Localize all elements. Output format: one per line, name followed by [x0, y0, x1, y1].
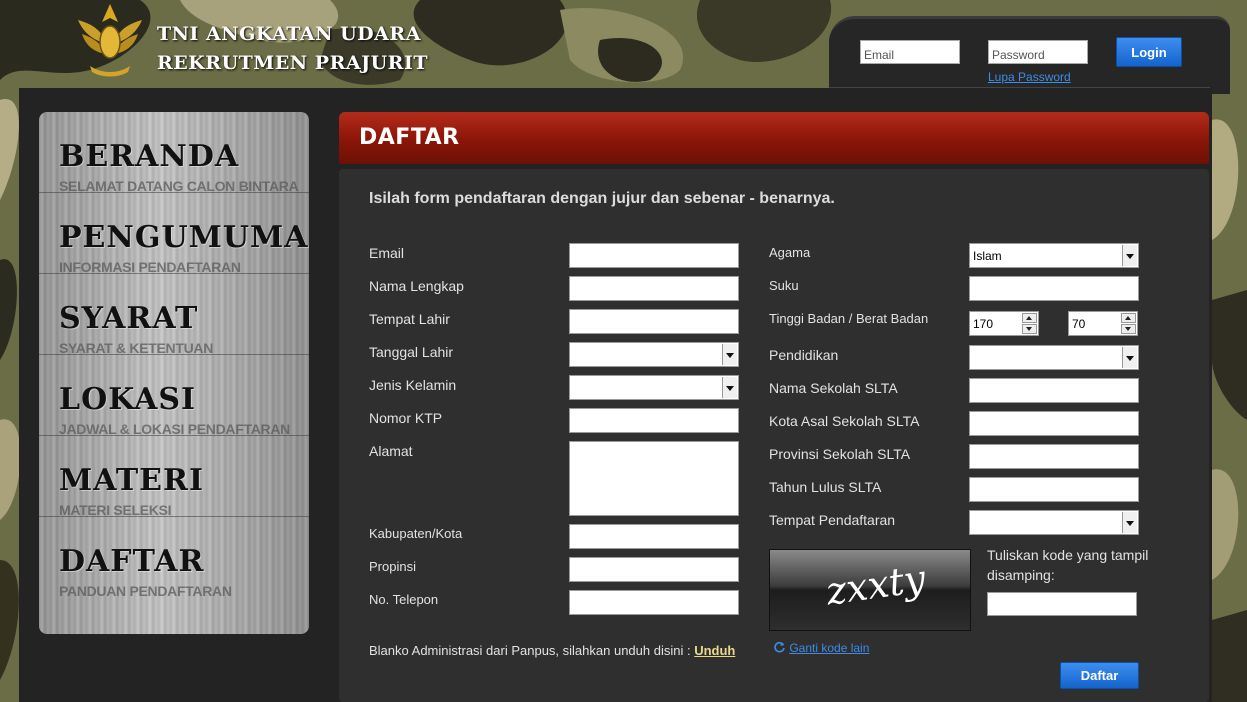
- label-provinsi-sekolah: Provinsi Sekolah SLTA: [769, 446, 911, 462]
- label-tinggi-berat: Tinggi Badan / Berat Badan: [769, 311, 929, 326]
- stepper-buttons: [1121, 313, 1136, 334]
- captcha-code: zxxty: [823, 556, 929, 614]
- sidebar-item-title: PENGUMUMAN: [59, 220, 309, 255]
- agama-select-value: Islam: [973, 249, 1002, 263]
- sidebar-item-subtitle: SYARAT & KETENTUAN: [59, 340, 214, 356]
- login-email-input[interactable]: [860, 40, 960, 64]
- tahun-lulus-field[interactable]: [969, 477, 1139, 502]
- kota-sekolah-field[interactable]: [969, 411, 1139, 436]
- sidebar-item-subtitle: MATERI SELEKSI: [59, 502, 172, 518]
- label-tanggal-lahir: Tanggal Lahir: [369, 344, 454, 360]
- captcha-image: zxxty: [769, 549, 971, 631]
- nomor-ktp-field[interactable]: [569, 408, 739, 433]
- login-button[interactable]: Login: [1116, 37, 1182, 67]
- captcha-instruction: Tuliskan kode yang tampil disamping:: [987, 547, 1149, 583]
- label-agama: Agama: [769, 245, 811, 260]
- sidebar-item-lokasi[interactable]: LOKASI JADWAL & LOKASI PENDAFTARAN: [39, 355, 309, 436]
- label-tempat-lahir: Tempat Lahir: [369, 311, 450, 327]
- label-kabupaten: Kabupaten/Kota: [369, 526, 463, 541]
- label-kota-sekolah: Kota Asal Sekolah SLTA: [769, 413, 920, 429]
- chevron-down-icon: [1122, 245, 1137, 266]
- label-propinsi: Propinsi: [369, 559, 416, 574]
- refresh-captcha-link[interactable]: Ganti kode lain: [773, 641, 869, 655]
- sidebar-item-title: DAFTAR: [59, 544, 205, 579]
- page-title: DAFTAR: [359, 125, 460, 150]
- blanko-text: Blanko Administrasi dari Panpus, silahka…: [369, 643, 695, 658]
- site-title: TNI ANGKATAN UDARA REKRUTMEN PRAJURIT: [157, 20, 428, 78]
- tempat-pendaftaran-select[interactable]: [969, 510, 1139, 535]
- label-tempat-pendaftaran: Tempat Pendaftaran: [769, 512, 896, 528]
- chevron-down-icon: [722, 344, 737, 365]
- stepper-down-icon[interactable]: [1022, 324, 1037, 334]
- sidebar-item-title: BERANDA: [59, 139, 240, 174]
- sidebar-nav: BERANDA SELAMAT DATANG CALON BINTARA PEN…: [39, 112, 309, 634]
- sidebar-item-title: MATERI: [59, 463, 204, 498]
- tinggi-badan-value: 170: [973, 317, 994, 331]
- label-pendidikan: Pendidikan: [769, 347, 839, 363]
- jenis-kelamin-select[interactable]: [569, 375, 739, 400]
- stepper-down-icon[interactable]: [1121, 324, 1136, 334]
- label-alamat: Alamat: [369, 443, 413, 459]
- label-nama-sekolah: Nama Sekolah SLTA: [769, 380, 898, 396]
- sidebar-item-pengumuman[interactable]: PENGUMUMAN INFORMASI PENDAFTARAN: [39, 193, 309, 274]
- stepper-buttons: [1022, 313, 1037, 334]
- sidebar-item-subtitle: SELAMAT DATANG CALON BINTARA: [59, 178, 299, 194]
- page-header: DAFTAR: [339, 112, 1209, 164]
- refresh-captcha-label: Ganti kode lain: [789, 641, 870, 655]
- stepper-up-icon[interactable]: [1022, 313, 1037, 323]
- label-telepon: No. Telepon: [369, 592, 439, 607]
- blanko-note: Blanko Administrasi dari Panpus, silahka…: [369, 643, 735, 658]
- sidebar-item-subtitle: PANDUAN PENDAFTARAN: [59, 583, 232, 599]
- nama-sekolah-field[interactable]: [969, 378, 1139, 403]
- login-password-input[interactable]: [988, 40, 1088, 64]
- sidebar-item-title: LOKASI: [59, 382, 197, 417]
- label-nama-lengkap: Nama Lengkap: [369, 278, 464, 294]
- tempat-lahir-field[interactable]: [569, 309, 739, 334]
- sidebar-item-subtitle: JADWAL & LOKASI PENDAFTARAN: [59, 421, 290, 437]
- email-field[interactable]: [569, 243, 739, 268]
- berat-badan-value: 70: [1072, 317, 1086, 331]
- site-title-line1: TNI ANGKATAN UDARA: [157, 23, 421, 45]
- daftar-submit-button[interactable]: Daftar: [1060, 662, 1139, 689]
- label-email: Email: [369, 245, 405, 261]
- berat-badan-stepper[interactable]: 70: [1068, 311, 1138, 336]
- unduh-link[interactable]: Unduh: [694, 643, 735, 658]
- forgot-password-link[interactable]: Lupa Password: [988, 70, 1071, 84]
- kabupaten-field[interactable]: [569, 524, 739, 549]
- nama-lengkap-field[interactable]: [569, 276, 739, 301]
- label-nomor-ktp: Nomor KTP: [369, 410, 443, 426]
- telepon-field[interactable]: [569, 590, 739, 615]
- propinsi-field[interactable]: [569, 557, 739, 582]
- suku-field[interactable]: [969, 276, 1139, 301]
- sidebar-item-materi[interactable]: MATERI MATERI SELEKSI: [39, 436, 309, 517]
- label-tahun-lulus: Tahun Lulus SLTA: [769, 479, 882, 495]
- sidebar-item-title: SYARAT: [59, 301, 199, 336]
- sidebar-item-subtitle: INFORMASI PENDAFTARAN: [59, 259, 241, 275]
- chevron-down-icon: [1122, 347, 1137, 368]
- air-force-emblem-icon: [78, 4, 142, 77]
- tinggi-badan-stepper[interactable]: 170: [969, 311, 1039, 336]
- form-intro: Isilah form pendaftaran dengan jujur dan…: [369, 190, 835, 207]
- label-jenis-kelamin: Jenis Kelamin: [369, 377, 457, 393]
- refresh-icon: [774, 641, 785, 653]
- alamat-textarea[interactable]: [569, 441, 739, 516]
- agama-select[interactable]: Islam: [969, 243, 1139, 268]
- sidebar-item-syarat[interactable]: SYARAT SYARAT & KETENTUAN: [39, 274, 309, 355]
- chevron-down-icon: [722, 377, 737, 398]
- chevron-down-icon: [1122, 512, 1137, 533]
- sidebar-item-daftar[interactable]: DAFTAR PANDUAN PENDAFTARAN: [39, 517, 309, 599]
- tanggal-lahir-select[interactable]: [569, 342, 739, 367]
- provinsi-sekolah-field[interactable]: [969, 444, 1139, 469]
- site-title-line2: REKRUTMEN PRAJURIT: [157, 52, 428, 74]
- label-suku: Suku: [769, 278, 799, 293]
- sidebar-item-beranda[interactable]: BERANDA SELAMAT DATANG CALON BINTARA: [39, 112, 309, 193]
- captcha-input[interactable]: [987, 592, 1137, 616]
- stepper-up-icon[interactable]: [1121, 313, 1136, 323]
- pendidikan-select[interactable]: [969, 345, 1139, 370]
